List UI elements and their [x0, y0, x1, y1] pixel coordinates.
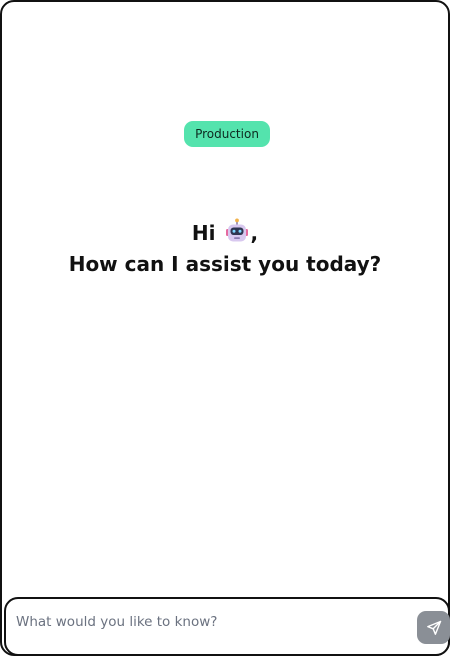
- message-composer: [4, 597, 450, 656]
- send-button[interactable]: [417, 611, 450, 644]
- environment-badge: Production: [184, 121, 270, 147]
- robot-face-icon: [224, 218, 250, 244]
- greeting-prefix: Hi: [191, 221, 216, 245]
- chat-window: Production Hi , How can I assist you tod…: [0, 0, 450, 656]
- greeting-suffix: ,: [250, 221, 259, 245]
- message-input[interactable]: [16, 607, 406, 637]
- greeting-first-line: Hi ,: [2, 218, 448, 249]
- send-icon: [426, 620, 441, 635]
- welcome-greeting: Hi , How can I assist you today?: [2, 218, 448, 280]
- greeting-question: How can I assist you today?: [68, 252, 382, 276]
